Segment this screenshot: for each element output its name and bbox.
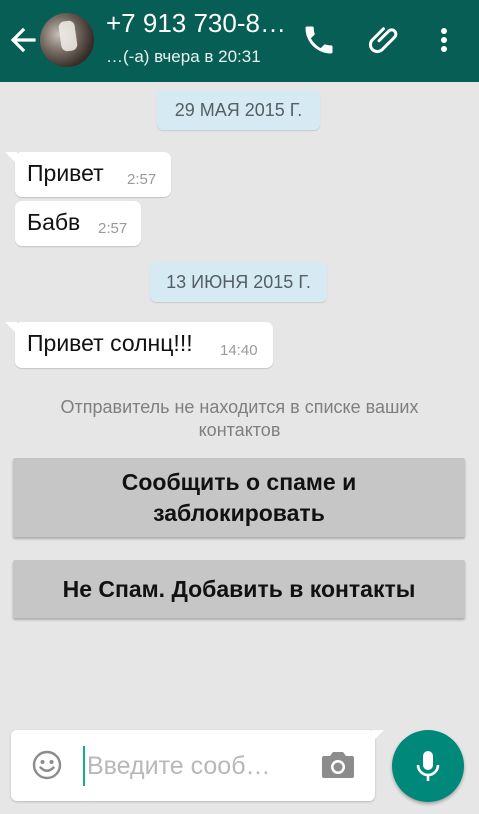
unknown-sender-notice: Отправитель не находится в списке ваших … <box>60 397 419 440</box>
chat-header: +7 913 730-8… …(-а) вчера в 20:31 <box>0 0 479 82</box>
back-arrow-icon[interactable] <box>6 22 40 58</box>
message-composer <box>11 730 384 801</box>
message-bubble[interactable]: Привет 2:57 <box>5 152 171 197</box>
message-text: Бабв <box>27 209 81 235</box>
camera-icon[interactable] <box>321 750 355 780</box>
date-divider: 13 ИЮНЯ 2015 Г. <box>150 262 327 302</box>
microphone-button[interactable] <box>392 730 464 802</box>
contact-name[interactable]: +7 913 730-8… <box>106 8 286 39</box>
message-text: Привет солнц!!! <box>27 330 193 356</box>
message-bubble[interactable]: Бабв 2:57 <box>15 201 141 246</box>
message-input[interactable] <box>83 746 315 786</box>
date-divider: 29 МАЯ 2015 Г. <box>157 90 320 130</box>
message-bubble[interactable]: Привет солнц!!! 14:40 <box>5 322 273 368</box>
paperclip-icon[interactable] <box>367 22 403 58</box>
message-text: Привет <box>27 160 104 186</box>
last-seen-status: …(-а) вчера в 20:31 <box>106 47 261 66</box>
message-time: 2:57 <box>127 171 157 188</box>
contact-avatar[interactable] <box>40 13 94 67</box>
microphone-icon <box>416 751 440 781</box>
more-vert-icon[interactable] <box>426 22 462 58</box>
add-to-contacts-button[interactable]: Не Спам. Добавить в контакты <box>13 560 465 618</box>
report-spam-block-button[interactable]: Сообщить о спаме и заблокировать <box>13 458 465 537</box>
phone-icon[interactable] <box>301 22 337 58</box>
emoji-icon[interactable] <box>31 749 63 781</box>
message-time: 14:40 <box>220 342 258 359</box>
message-time: 2:57 <box>98 220 128 237</box>
